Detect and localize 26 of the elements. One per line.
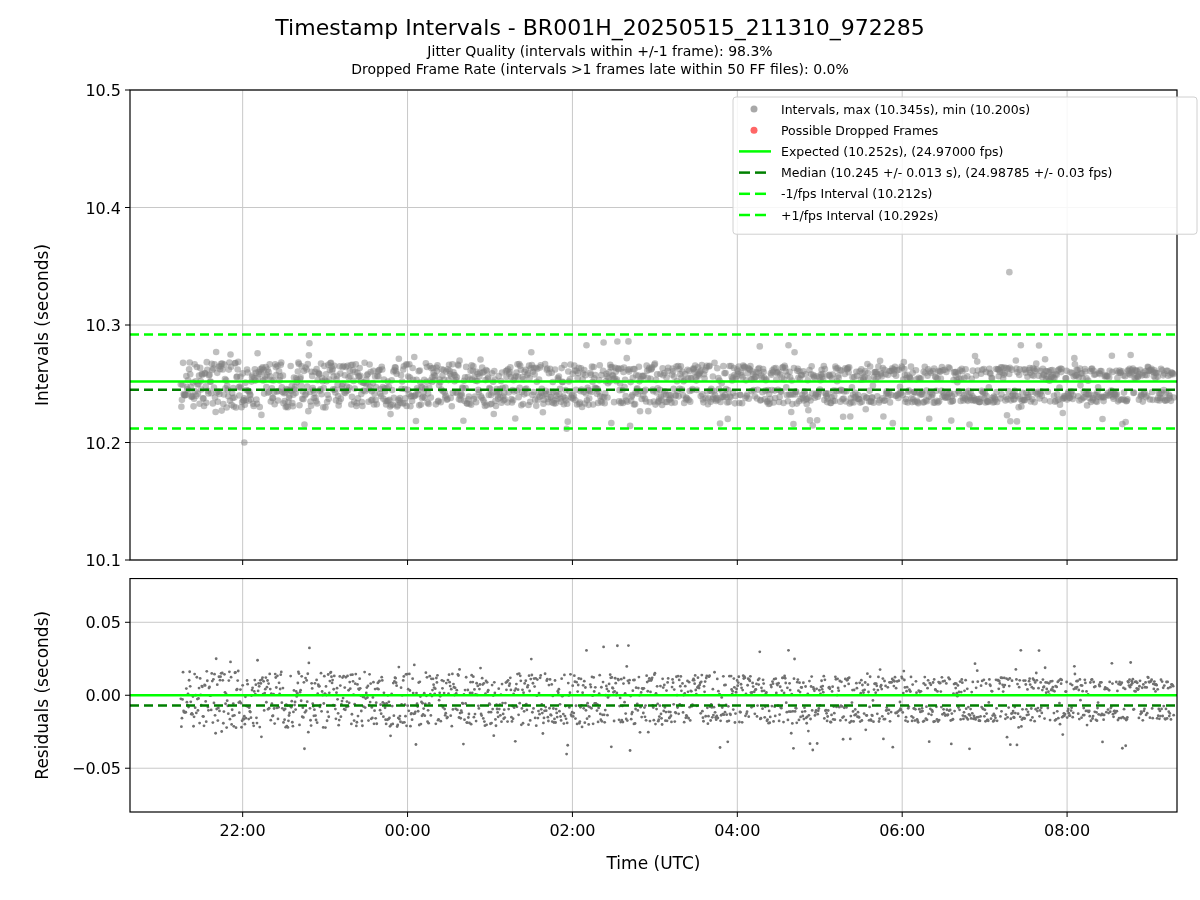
legend-label: +1/fps Interval (10.292s) — [781, 207, 939, 223]
axis-tick-label: 06:00 — [879, 821, 926, 840]
axis-tick-label: 10.3 — [85, 316, 121, 335]
axis-tick-label: 10.1 — [85, 551, 121, 570]
legend-label: Possible Dropped Frames — [781, 122, 939, 138]
axis-label: Intervals (seconds) — [32, 243, 52, 407]
axis-tick-label: 10.5 — [85, 81, 121, 100]
axis-tick-label: 00:00 — [384, 821, 431, 840]
axis-tick-label: 10.2 — [85, 433, 121, 453]
legend-label: Expected (10.252s), (24.97000 fps) — [781, 143, 1004, 159]
axis-label: Time (UTC) — [606, 853, 701, 873]
axis-tick-label: 0.05 — [85, 613, 121, 633]
legend-label: Intervals, max (10.345s), min (10.200s) — [781, 101, 1031, 117]
axis-tick-label: 08:00 — [1044, 821, 1091, 840]
chart-subtitle: Jitter Quality (intervals within +/-1 frame): 98.3% — [427, 42, 773, 60]
axis-tick-label: 02:00 — [549, 821, 596, 840]
axis-tick-label: −0.05 — [71, 759, 121, 779]
axis-label: Residuals (seconds) — [32, 610, 52, 780]
axis-tick-label: 22:00 — [219, 821, 266, 840]
legend-label: Median (10.245 +/- 0.013 s), (24.98785 +/- 0.03 fps) — [781, 165, 1113, 181]
axis-tick-label: 04:00 — [714, 821, 761, 840]
chart-title: Timestamp Intervals - BR001H_20250515_211310_972285 — [275, 14, 925, 42]
axis-tick-label: 10.4 — [85, 198, 121, 218]
legend-label: -1/fps Interval (10.212s) — [781, 186, 933, 202]
chart-subtitle: Dropped Frame Rate (intervals >1 frames late within 50 FF files): 0.0% — [351, 60, 849, 78]
axis-tick-label: 0.00 — [85, 686, 121, 706]
